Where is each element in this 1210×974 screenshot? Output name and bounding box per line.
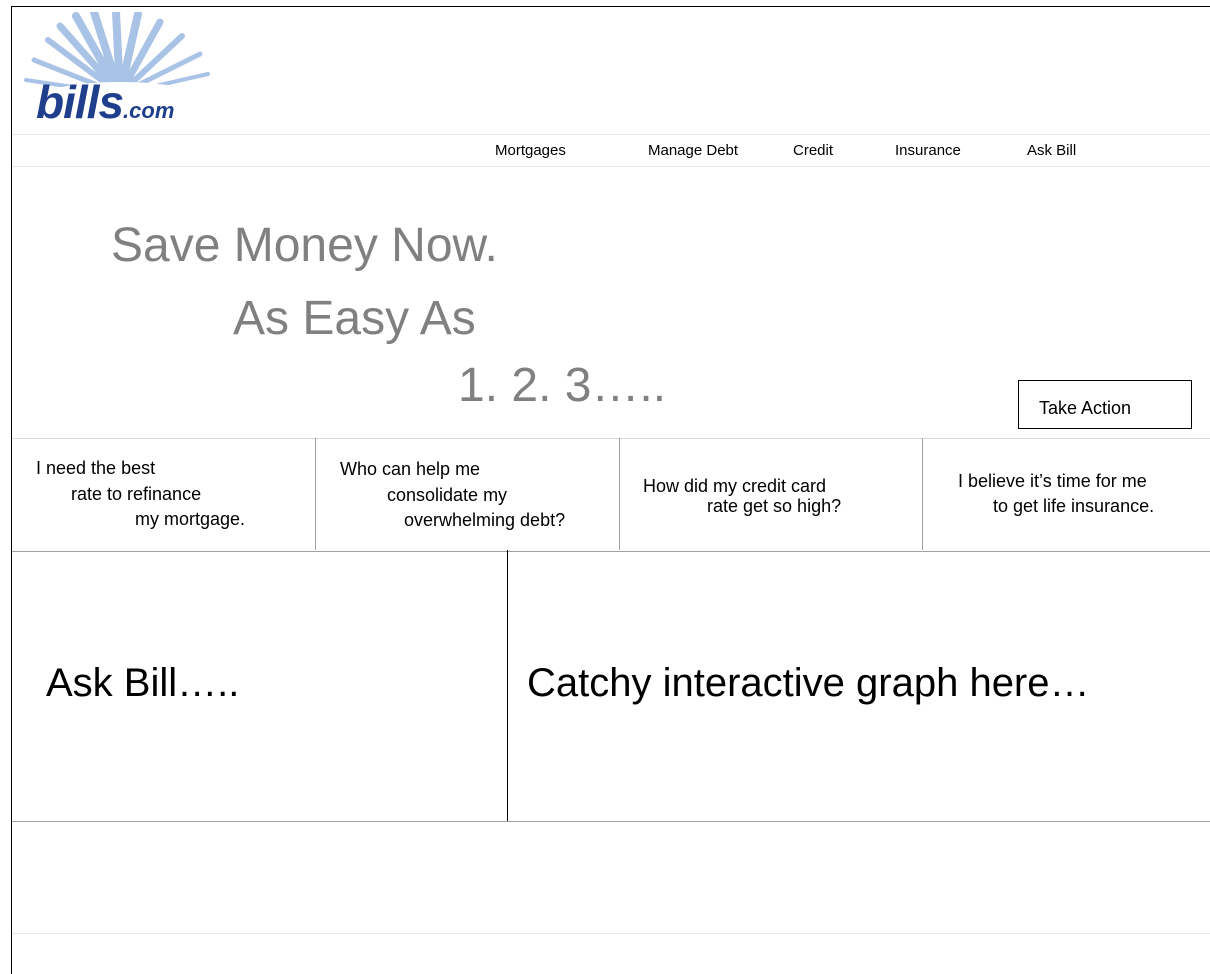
question-line: rate to refinance [71,484,202,504]
nav-item-insurance[interactable]: Insurance [895,142,961,159]
question-line: I believe it’s time for me [958,471,1147,491]
logo-suffix: .com [123,98,175,123]
nav-item-manage-debt[interactable]: Manage Debt [648,142,738,159]
question-line: I need the best [36,458,156,478]
question-divider [315,438,316,550]
panel-bottom-border [12,821,1210,822]
question-line: Who can help me [340,459,481,479]
hero-headline-line2: As Easy As [233,292,476,345]
question-line: overwhelming debt? [404,510,566,530]
hero-headline-line3: 1. 2. 3….. [458,359,667,412]
question-line: my mortgage. [135,509,246,529]
panel-divider [507,550,508,822]
logo-name: bills [36,76,124,128]
ask-bill-panel-title: Ask Bill….. [46,661,240,705]
take-action-button[interactable]: Take Action [1018,380,1192,429]
question-line: rate get so high? [707,496,842,516]
bills-logo[interactable]: bills.com [20,12,220,132]
graph-panel-placeholder: Catchy interactive graph here… [527,661,1090,705]
question-line: to get life insurance. [993,496,1155,516]
footer-divider [12,933,1210,934]
question-line: consolidate my [387,485,508,505]
question-line: How did my credit card [643,476,827,496]
logo-wordmark: bills.com [36,79,174,125]
nav-item-mortgages[interactable]: Mortgages [495,142,566,159]
question-divider [619,438,620,550]
hero-headline-line1: Save Money Now. [111,219,498,272]
question-divider [922,438,923,550]
nav-item-ask-bill[interactable]: Ask Bill [1027,142,1076,159]
nav-item-credit[interactable]: Credit [793,142,833,159]
